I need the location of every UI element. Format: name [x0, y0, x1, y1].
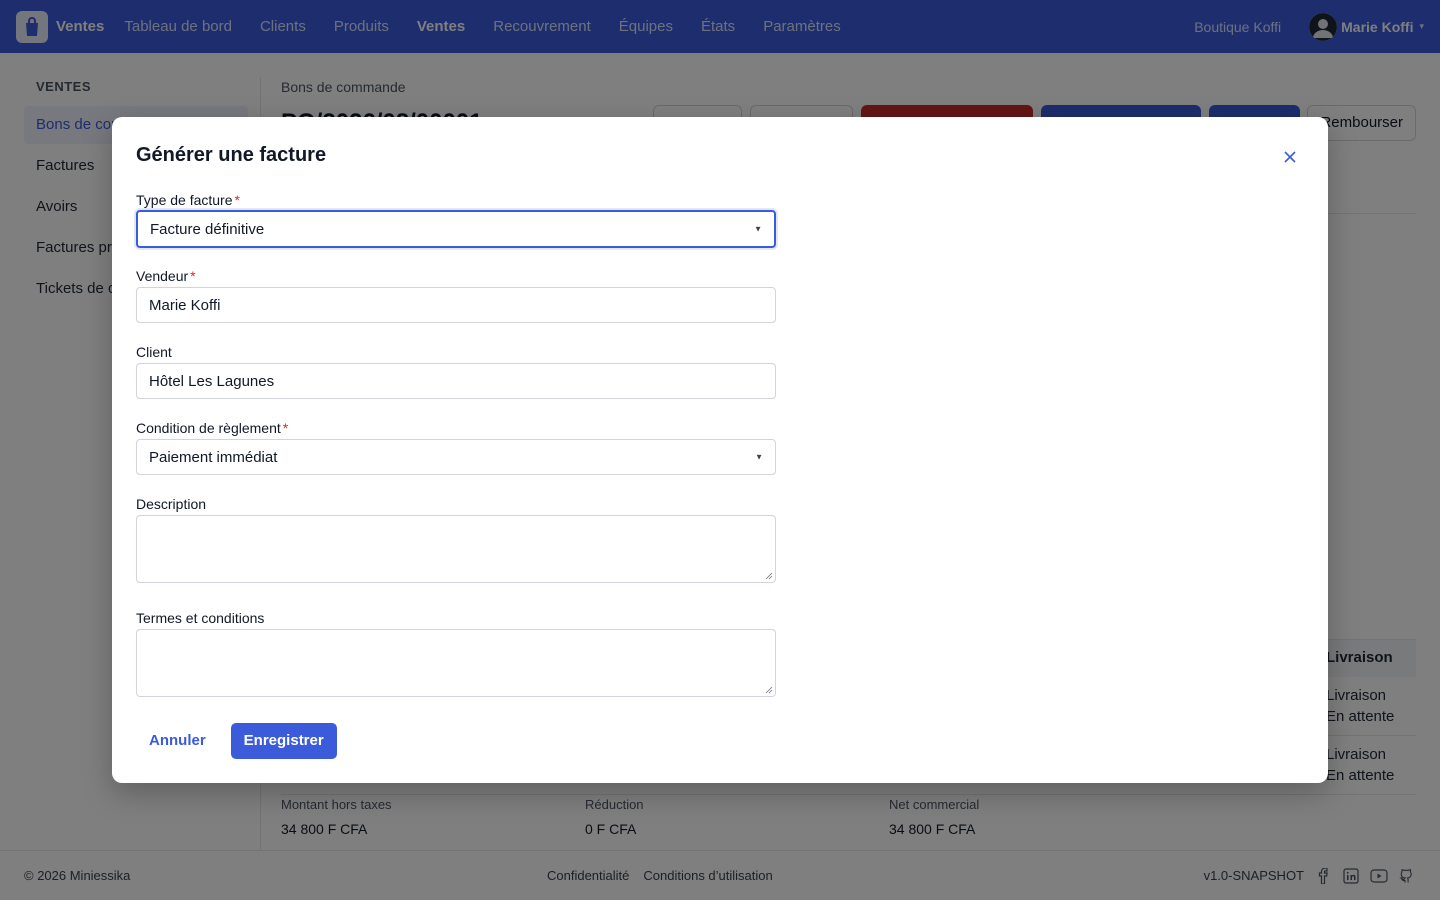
label-text: Vendeur [136, 268, 189, 284]
resize-handle-icon[interactable] [765, 572, 773, 580]
label-text: Type de facture [136, 192, 233, 208]
description-label: Description [136, 496, 207, 512]
client-label: Client [136, 344, 172, 360]
description-field: Description [136, 496, 776, 583]
terms-field: Termes et conditions [136, 610, 776, 697]
chevron-down-icon: ▼ [755, 452, 763, 462]
invoice-type-field: Type de facture * Facture définitive ▼ [136, 192, 776, 248]
invoice-type-select[interactable]: Facture définitive ▼ [136, 210, 776, 248]
chevron-down-icon: ▼ [754, 224, 762, 234]
terms-textarea[interactable] [136, 629, 776, 697]
invoice-type-label: Type de facture * [136, 192, 776, 208]
payment-terms-field: Condition de règlement * Paiement immédia… [136, 420, 776, 475]
client-input[interactable]: Hôtel Les Lagunes [136, 363, 776, 399]
seller-label: Vendeur * [136, 268, 776, 284]
save-button[interactable]: Enregistrer [230, 723, 337, 759]
description-textarea[interactable] [136, 515, 776, 583]
input-value: Marie Koffi [149, 296, 221, 314]
required-marker: * [282, 420, 289, 436]
seller-field: Vendeur * Marie Koffi [136, 268, 776, 323]
terms-label: Termes et conditions [136, 610, 265, 626]
select-value: Paiement immédiat [149, 448, 278, 466]
client-field: Client Hôtel Les Lagunes [136, 344, 776, 399]
label-text: Condition de règlement [136, 420, 281, 436]
payment-terms-label: Condition de règlement * [136, 420, 776, 436]
dialog-actions: Annuler Enregistrer [136, 723, 337, 759]
seller-input[interactable]: Marie Koffi [136, 287, 776, 323]
cancel-button[interactable]: Annuler [136, 723, 219, 759]
input-value: Hôtel Les Lagunes [149, 372, 275, 390]
required-marker: * [190, 268, 196, 284]
select-value: Facture définitive [150, 220, 265, 238]
dialog-title: Générer une facture [136, 144, 327, 166]
payment-terms-select[interactable]: Paiement immédiat ▼ [136, 439, 776, 475]
generate-invoice-dialog: Générer une facture Type de facture * Fac… [112, 117, 1328, 783]
resize-handle-icon[interactable] [765, 686, 773, 694]
close-icon[interactable] [1280, 147, 1300, 167]
required-marker: * [234, 192, 240, 208]
